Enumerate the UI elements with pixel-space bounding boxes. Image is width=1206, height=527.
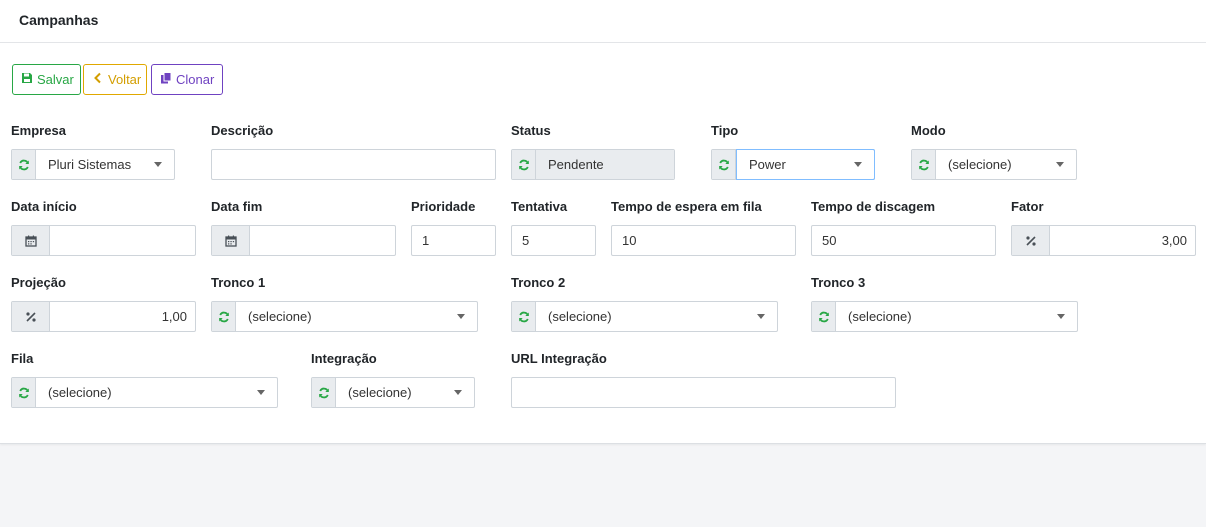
save-button[interactable]: Salvar: [12, 64, 81, 95]
campaign-card: Campanhas Salvar Voltar Clonar Empresa D…: [0, 0, 1206, 444]
tempo-discagem-input[interactable]: 50: [811, 225, 996, 256]
tentativa-value: 5: [522, 233, 530, 248]
status-value: Pendente: [548, 157, 604, 172]
tempo-discagem-label: Tempo de discagem: [811, 199, 936, 214]
clone-label: Clonar: [176, 72, 215, 87]
chevron-down-icon: [854, 162, 862, 167]
tipo-select[interactable]: Power: [711, 149, 875, 180]
tronco2-value: (selecione): [548, 309, 612, 324]
back-label: Voltar: [108, 72, 142, 87]
calendar-icon[interactable]: [12, 226, 50, 255]
fator-value: 3,00: [1161, 233, 1187, 248]
refresh-icon[interactable]: [912, 150, 936, 179]
data-fim-field[interactable]: [211, 225, 396, 256]
tronco2-select[interactable]: (selecione): [511, 301, 778, 332]
refresh-icon[interactable]: [212, 302, 236, 331]
data-fim-value: [250, 226, 395, 255]
floppy-disk-icon: [21, 72, 33, 87]
prioridade-value: 1: [422, 233, 430, 248]
fator-label: Fator: [1011, 199, 1044, 214]
back-button[interactable]: Voltar: [83, 64, 147, 95]
chevron-down-icon: [454, 390, 462, 395]
tempo-espera-value: 10: [622, 233, 637, 248]
calendar-icon[interactable]: [212, 226, 250, 255]
copy-icon: [160, 72, 172, 87]
tronco1-select[interactable]: (selecione): [211, 301, 478, 332]
tronco1-value: (selecione): [248, 309, 312, 324]
refresh-icon[interactable]: [12, 378, 36, 407]
prioridade-input[interactable]: 1: [411, 225, 496, 256]
percent-icon: [12, 302, 50, 331]
status-select: Pendente: [511, 149, 675, 180]
integracao-value: (selecione): [348, 385, 412, 400]
modo-select[interactable]: (selecione): [911, 149, 1077, 180]
status-label: Status: [511, 123, 551, 138]
descricao-label: Descrição: [211, 123, 274, 138]
modo-value: (selecione): [948, 157, 1012, 172]
chevron-down-icon: [1056, 162, 1064, 167]
clone-button[interactable]: Clonar: [151, 64, 223, 95]
tronco3-label: Tronco 3: [811, 275, 866, 290]
integracao-label: Integração: [311, 351, 377, 366]
empresa-label: Empresa: [11, 123, 66, 138]
chevron-down-icon: [154, 162, 162, 167]
tempo-discagem-value: 50: [822, 233, 837, 248]
percent-icon: [1012, 226, 1050, 255]
tronco1-label: Tronco 1: [211, 275, 266, 290]
tentativa-label: Tentativa: [511, 199, 568, 214]
refresh-icon[interactable]: [312, 378, 336, 407]
refresh-icon[interactable]: [12, 150, 36, 179]
chevron-left-icon: [92, 72, 104, 87]
empresa-select[interactable]: Pluri Sistemas: [11, 149, 175, 180]
projecao-value: 1,00: [161, 309, 187, 324]
projecao-field[interactable]: 1,00: [11, 301, 196, 332]
descricao-value: [212, 150, 495, 179]
refresh-icon[interactable]: [812, 302, 836, 331]
tempo-espera-input[interactable]: 10: [611, 225, 796, 256]
empresa-value: Pluri Sistemas: [48, 157, 132, 172]
url-integracao-value: [512, 378, 895, 407]
chevron-down-icon: [757, 314, 765, 319]
prioridade-label: Prioridade: [411, 199, 476, 214]
fator-field[interactable]: 3,00: [1011, 225, 1196, 256]
chevron-down-icon: [257, 390, 265, 395]
tipo-value: Power: [749, 157, 786, 172]
descricao-input[interactable]: [211, 149, 496, 180]
card-header: Campanhas: [0, 0, 1206, 43]
tronco3-select[interactable]: (selecione): [811, 301, 1078, 332]
refresh-icon: [512, 150, 536, 179]
tentativa-input[interactable]: 5: [511, 225, 596, 256]
tronco2-label: Tronco 2: [511, 275, 566, 290]
data-inicio-field[interactable]: [11, 225, 196, 256]
save-label: Salvar: [37, 72, 74, 87]
refresh-icon[interactable]: [512, 302, 536, 331]
fila-select[interactable]: (selecione): [11, 377, 278, 408]
chevron-down-icon: [1057, 314, 1065, 319]
fila-value: (selecione): [48, 385, 112, 400]
url-integracao-input[interactable]: [511, 377, 896, 408]
refresh-icon[interactable]: [712, 150, 736, 179]
fila-label: Fila: [11, 351, 34, 366]
chevron-down-icon: [457, 314, 465, 319]
integracao-select[interactable]: (selecione): [311, 377, 475, 408]
data-inicio-label: Data início: [11, 199, 77, 214]
tempo-espera-label: Tempo de espera em fila: [611, 199, 762, 214]
modo-label: Modo: [911, 123, 946, 138]
data-fim-label: Data fim: [211, 199, 263, 214]
tipo-label: Tipo: [711, 123, 739, 138]
data-inicio-value: [50, 226, 195, 255]
url-integracao-label: URL Integração: [511, 351, 607, 366]
projecao-label: Projeção: [11, 275, 66, 290]
tronco3-value: (selecione): [848, 309, 912, 324]
page-title: Campanhas: [19, 12, 99, 28]
